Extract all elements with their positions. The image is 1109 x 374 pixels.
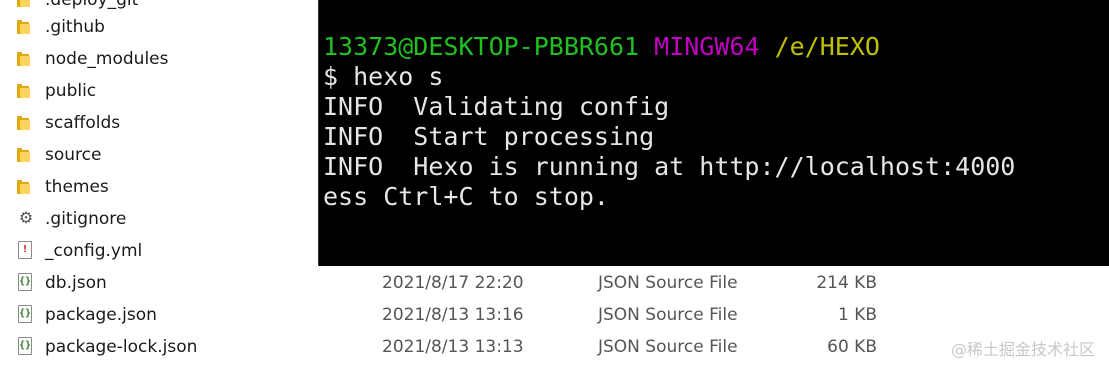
yml-file-icon: ! xyxy=(17,241,35,261)
file-type: JSON Source File xyxy=(598,273,738,293)
file-size: 60 KB xyxy=(827,337,877,357)
file-type: JSON Source File xyxy=(598,337,738,357)
prompt-path: /e/HEXO xyxy=(774,32,880,61)
file-name: package.json xyxy=(45,305,157,325)
file-row-db-json[interactable]: {} db.json 2021/8/17 22:20 JSON Source F… xyxy=(0,267,1109,299)
folder-icon xyxy=(17,177,35,197)
file-date: 2021/8/17 22:20 xyxy=(382,273,524,293)
file-name: .github xyxy=(45,17,105,37)
folder-icon xyxy=(17,113,35,133)
json-file-icon: {} xyxy=(17,273,35,293)
terminal-output-line: ess Ctrl+C to stop. xyxy=(323,182,609,211)
terminal-window[interactable]: 13373@DESKTOP-PBBR661 MINGW64 /e/HEXO $ … xyxy=(318,0,1109,266)
file-type: JSON Source File xyxy=(598,305,738,325)
file-size: 1 KB xyxy=(837,305,877,325)
folder-icon xyxy=(17,49,35,69)
folder-icon xyxy=(17,145,35,165)
file-name: themes xyxy=(45,177,109,197)
watermark: @稀土掘金技术社区 xyxy=(950,340,1095,359)
terminal-output-line: INFO Validating config xyxy=(323,92,670,121)
folder-icon xyxy=(17,0,35,10)
file-date: 2021/8/13 13:13 xyxy=(382,337,524,357)
file-name: package-lock.json xyxy=(45,337,198,357)
file-size: 214 KB xyxy=(816,273,877,293)
prompt-user: 13373@DESKTOP-PBBR661 xyxy=(323,32,640,61)
file-name: .gitignore xyxy=(45,209,127,229)
file-name: .deploy_git xyxy=(45,0,139,10)
file-name: node_modules xyxy=(45,49,169,69)
json-file-icon: {} xyxy=(17,305,35,325)
file-row-package-json[interactable]: {} package.json 2021/8/13 13:16 JSON Sou… xyxy=(0,299,1109,331)
prompt-env: MINGW64 xyxy=(654,32,760,61)
file-date: 2021/8/13 13:16 xyxy=(382,305,524,325)
terminal-command: $ hexo s xyxy=(323,62,444,91)
json-file-icon: {} xyxy=(17,337,35,357)
file-name: _config.yml xyxy=(45,241,143,261)
file-name: db.json xyxy=(45,273,107,293)
file-name: scaffolds xyxy=(45,113,121,133)
file-name: public xyxy=(45,81,97,101)
file-row-package-lock-json[interactable]: {} package-lock.json 2021/8/13 13:13 JSO… xyxy=(0,331,1109,363)
folder-icon xyxy=(17,17,35,37)
terminal-prompt: 13373@DESKTOP-PBBR661 MINGW64 /e/HEXO xyxy=(323,32,880,62)
terminal-output-line: INFO Start processing xyxy=(323,122,655,151)
terminal-output-line: INFO Hexo is running at http://localhost… xyxy=(323,152,1016,181)
folder-icon xyxy=(17,81,35,101)
file-name: source xyxy=(45,145,102,165)
gear-icon: ⚙ xyxy=(18,208,34,227)
